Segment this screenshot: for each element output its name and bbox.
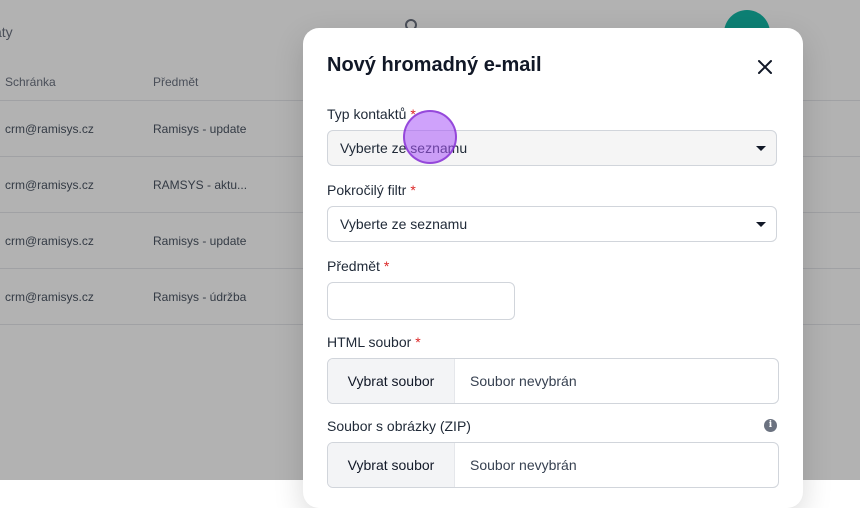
html-file-status: Soubor nevybrán: [470, 373, 577, 389]
required-mark: *: [415, 334, 421, 350]
modal-title: Nový hromadný e-mail: [327, 54, 542, 76]
images-zip-input[interactable]: Vybrat soubor Soubor nevybrán: [327, 442, 779, 488]
contact-type-label-text: Typ kontaktů: [327, 106, 407, 122]
subject-label-text: Předmět: [327, 258, 380, 274]
html-file-label-text: HTML soubor: [327, 334, 412, 350]
html-file-label: HTML soubor *: [327, 334, 421, 350]
new-bulk-email-modal: Nový hromadný e-mail Typ kontaktů * Vyber…: [303, 28, 803, 508]
advanced-filter-label: Pokročilý filtr *: [327, 182, 416, 198]
close-button[interactable]: [752, 54, 778, 80]
advanced-filter-value: Vyberte ze seznamu: [340, 216, 468, 232]
images-zip-choose-button[interactable]: Vybrat soubor: [328, 443, 455, 487]
info-icon[interactable]: i: [764, 419, 777, 432]
advanced-filter-label-text: Pokročilý filtr: [327, 182, 407, 198]
close-icon: [758, 60, 772, 74]
contact-type-label: Typ kontaktů *: [327, 106, 416, 122]
html-file-input[interactable]: Vybrat soubor Soubor nevybrán: [327, 358, 779, 404]
images-zip-label: Soubor s obrázky (ZIP): [327, 418, 471, 434]
contact-type-select[interactable]: Vyberte ze seznamu: [327, 130, 777, 166]
required-mark: *: [410, 106, 416, 122]
subject-input[interactable]: [327, 282, 515, 320]
html-file-choose-button[interactable]: Vybrat soubor: [328, 359, 455, 403]
required-mark: *: [383, 258, 390, 274]
chevron-down-icon: [756, 222, 766, 227]
required-mark: *: [410, 182, 416, 198]
contact-type-value: Vyberte ze seznamu: [340, 140, 468, 156]
subject-label: Předmět *: [327, 258, 389, 274]
images-zip-status: Soubor nevybrán: [470, 457, 577, 473]
advanced-filter-select[interactable]: Vyberte ze seznamu: [327, 206, 777, 242]
chevron-down-icon: [756, 146, 766, 151]
images-zip-label-text: Soubor s obrázky (ZIP): [327, 418, 471, 434]
